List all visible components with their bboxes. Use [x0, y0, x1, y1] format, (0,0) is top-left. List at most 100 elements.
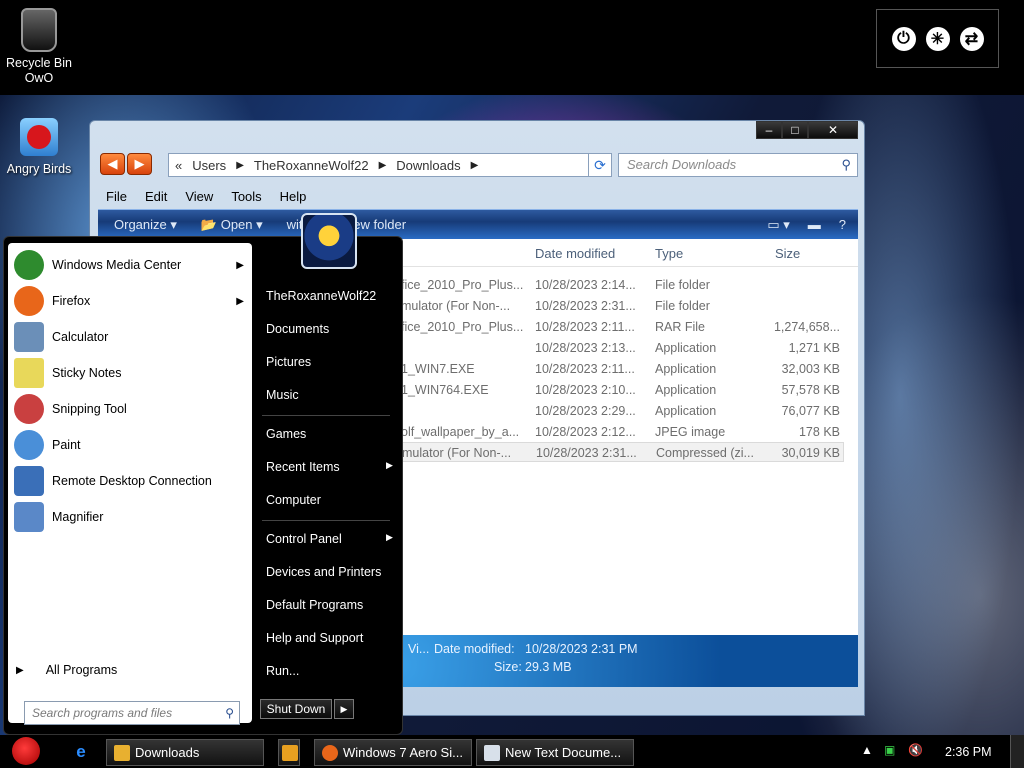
restart-icon[interactable]: ✳ [925, 26, 950, 51]
clock[interactable]: 2:36 PM [945, 745, 992, 759]
minimize-button[interactable]: – [756, 121, 782, 139]
show-desktop-button[interactable] [1010, 735, 1024, 768]
start-link-control-panel[interactable]: Control Panel ▶ [266, 532, 393, 546]
search-icon[interactable]: ⚲ [841, 154, 851, 176]
start-link-run[interactable]: Run... [266, 664, 299, 678]
program-calculator[interactable]: Calculator [14, 319, 250, 355]
program-firefox[interactable]: Firefox ▶ [14, 283, 250, 319]
show-hidden-icons-icon[interactable]: ▲ [861, 743, 873, 757]
breadcrumb-user[interactable]: TheRoxanneWolf22 [254, 158, 369, 173]
menu-edit[interactable]: Edit [145, 189, 167, 204]
power-icon[interactable]: ⏻ [891, 26, 916, 51]
start-link-computer[interactable]: Computer [266, 493, 321, 507]
program-windows-media-center[interactable]: Windows Media Center ▶ [14, 247, 250, 283]
breadcrumb-chevron-icon[interactable]: ▶ [471, 160, 479, 171]
start-link-documents[interactable]: Documents [266, 322, 329, 336]
preview-pane-icon[interactable]: ▬ [808, 217, 821, 233]
open-button[interactable]: 📂 Open ▾ [201, 217, 263, 233]
menu-view[interactable]: View [185, 189, 213, 204]
column-size[interactable]: Size [775, 246, 800, 261]
taskbar-button-notepad[interactable]: New Text Docume... [476, 739, 634, 766]
volume-muted-icon[interactable]: 🔇 [908, 743, 923, 757]
help-icon[interactable]: ? [839, 217, 846, 233]
windows-media-center-icon [14, 250, 44, 280]
breadcrumb-users[interactable]: Users [192, 158, 226, 173]
start-link-user-folder[interactable]: TheRoxanneWolf22 [266, 289, 376, 303]
address-bar[interactable]: « Users ▶ TheRoxanneWolf22 ▶ Downloads ▶… [168, 153, 608, 177]
forward-button[interactable]: ▶ [127, 153, 152, 175]
all-programs-item[interactable]: ▶ All Programs [16, 663, 244, 677]
menu-tools[interactable]: Tools [231, 189, 261, 204]
start-link-help-support[interactable]: Help and Support [266, 631, 363, 645]
start-link-default-programs[interactable]: Default Programs [266, 598, 363, 612]
menu-file[interactable]: File [106, 189, 127, 204]
all-programs-label: All Programs [45, 663, 118, 677]
program-label: Windows Media Center [52, 258, 182, 272]
submenu-arrow-icon[interactable]: ▶ [236, 260, 244, 271]
recycle-bin-icon [21, 8, 57, 52]
command-bar: Organize ▾ 📂 Open ▾ with ▾ New folder ▭ … [98, 209, 858, 239]
start-link-pictures[interactable]: Pictures [266, 355, 311, 369]
menu-help[interactable]: Help [280, 189, 307, 204]
network-icon[interactable]: ▣ [884, 743, 895, 757]
file-type: Application [655, 383, 717, 397]
start-link-recent-items[interactable]: Recent Items ▶ [266, 460, 393, 474]
taskbar-button-media[interactable] [278, 739, 300, 766]
submenu-arrow-icon: ▶ [386, 460, 393, 470]
search-icon[interactable]: ⚲ [225, 702, 234, 724]
column-date-modified[interactable]: Date modified [535, 246, 615, 261]
start-button[interactable] [6, 735, 46, 768]
taskbar-button-firefox[interactable]: Windows 7 Aero Si... [314, 739, 472, 766]
breadcrumb-chevron-icon[interactable]: ▶ [379, 160, 387, 171]
program-remote-desktop[interactable]: Remote Desktop Connection [14, 463, 250, 499]
taskbar-label: Downloads [135, 745, 200, 760]
angry-birds-label: Angry Birds [6, 162, 72, 176]
notepad-icon [484, 745, 500, 761]
back-button[interactable]: ◀ [100, 153, 125, 175]
file-date: 10/28/2023 2:13... [535, 341, 636, 355]
column-type[interactable]: Type [655, 246, 683, 261]
file-type: Compressed (zi... [656, 446, 754, 460]
start-link-music[interactable]: Music [266, 388, 299, 402]
user-picture[interactable] [301, 213, 357, 269]
program-paint[interactable]: Paint [14, 427, 250, 463]
file-name: 1_WIN764.EXE [401, 383, 489, 397]
file-date: 10/28/2023 2:31... [535, 299, 636, 313]
taskbar-button-downloads[interactable]: Downloads [106, 739, 264, 766]
shut-down-options-button[interactable]: ▶ [334, 699, 354, 719]
breadcrumb-prefix: « [175, 157, 183, 173]
breadcrumb-downloads[interactable]: Downloads [396, 158, 460, 173]
submenu-arrow-icon[interactable]: ▶ [236, 296, 244, 307]
view-options-icon[interactable]: ▭ ▾ [767, 217, 789, 233]
details-date-value: 10/28/2023 2:31 PM [525, 642, 638, 656]
search-downloads-input[interactable]: Search Downloads ⚲ [618, 153, 858, 177]
toolbar-right: ▭ ▾ ▬ ? [767, 217, 858, 233]
details-name: Vi... [408, 642, 430, 656]
switch-user-icon[interactable]: ⇄ [959, 26, 984, 51]
sticky-notes-icon [14, 358, 44, 388]
close-button[interactable]: ✕ [808, 121, 858, 139]
search-programs-input[interactable]: Search programs and files ⚲ [24, 701, 240, 725]
desktop-icon-recycle-bin[interactable]: Recycle Bin OwO [0, 8, 78, 86]
maximize-button[interactable]: □ [782, 121, 808, 139]
program-magnifier[interactable]: Magnifier [14, 499, 250, 535]
internet-explorer-icon[interactable]: e [72, 743, 90, 761]
start-link-devices-printers[interactable]: Devices and Printers [266, 565, 381, 579]
nav-buttons: ◀ ▶ [100, 153, 152, 175]
start-link-games[interactable]: Games [266, 427, 306, 441]
folder-icon [114, 745, 130, 761]
file-row-selected[interactable]: mulator (For Non-... 10/28/2023 2:31... … [402, 442, 844, 462]
start-separator [262, 415, 390, 416]
desktop-icon-angry-birds[interactable]: Angry Birds [0, 118, 78, 177]
file-name: olf_wallpaper_by_a... [401, 425, 520, 439]
program-snipping-tool[interactable]: Snipping Tool [14, 391, 250, 427]
breadcrumb-chevron-icon[interactable]: ▶ [236, 160, 244, 171]
refresh-button[interactable]: ⟳ [588, 153, 612, 177]
start-menu-programs-pane: Windows Media Center ▶ Firefox ▶ Calcula… [8, 243, 252, 725]
organize-button[interactable]: Organize ▾ [114, 217, 177, 233]
program-sticky-notes[interactable]: Sticky Notes [14, 355, 250, 391]
organize-label: Organize [114, 216, 167, 232]
menu-bar: File Edit View Tools Help [98, 185, 858, 207]
file-size: 76,077 KB [781, 404, 840, 418]
shut-down-button[interactable]: Shut Down [260, 699, 332, 719]
